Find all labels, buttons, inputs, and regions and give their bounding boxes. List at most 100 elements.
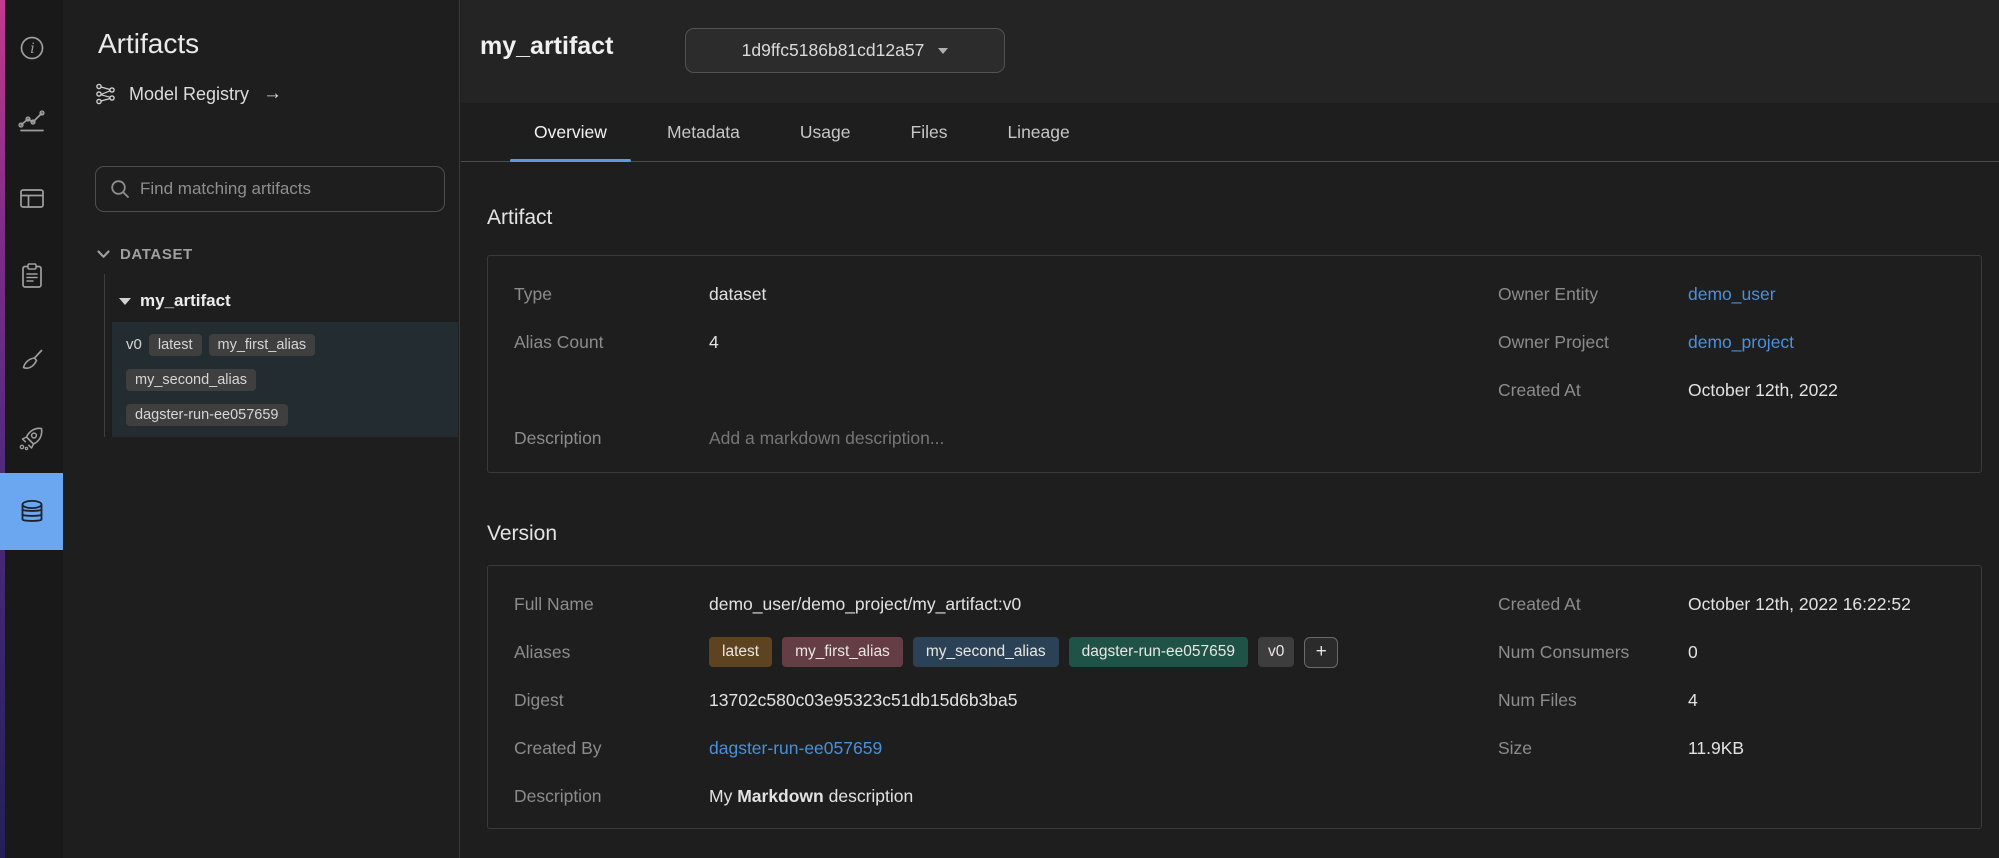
field-value: 4	[709, 332, 719, 353]
tab-metadata[interactable]: Metadata	[643, 103, 764, 161]
tab-overview[interactable]: Overview	[510, 103, 631, 161]
field-label: Created At	[1498, 380, 1688, 401]
owner-entity-link[interactable]: demo_user	[1688, 284, 1776, 305]
field-row-description: Description Add a markdown description..…	[514, 414, 1498, 462]
artifacts-database-icon	[16, 496, 48, 528]
field-label: Alias Count	[514, 332, 709, 353]
tab-bar: Overview Metadata Usage Files Lineage	[461, 103, 1999, 162]
field-value: October 12th, 2022 16:22:52	[1688, 594, 1911, 615]
tree-version-row: dagster-run-ee057659	[126, 397, 458, 432]
field-row-owner-project: Owner Project demo_project	[1498, 318, 1981, 366]
alias-badge: dagster-run-ee057659	[1069, 637, 1248, 667]
chevron-down-icon	[97, 250, 110, 259]
chevron-down-icon	[938, 48, 948, 54]
field-label: Size	[1498, 738, 1688, 759]
tree-alias-badge: latest	[149, 334, 202, 356]
artifact-header: my_artifact 1d9ffc5186b81cd12a57	[461, 0, 1999, 103]
artifact-panel: Type dataset Alias Count 4 Description A…	[487, 255, 1982, 473]
field-label: Full Name	[514, 594, 709, 615]
tree-alias-badge: my_first_alias	[209, 334, 316, 356]
tree-alias-badge: my_second_alias	[126, 369, 256, 391]
field-row-type: Type dataset	[514, 270, 1498, 318]
field-row-owner-entity: Owner Entity demo_user	[1498, 270, 1981, 318]
reports-icon	[17, 261, 47, 291]
rail-item-reports[interactable]	[0, 259, 63, 293]
description-placeholder[interactable]: Add a markdown description...	[709, 428, 944, 449]
model-registry-icon	[94, 82, 118, 106]
owner-project-link[interactable]: demo_project	[1688, 332, 1794, 353]
tree-artifact-my-artifact[interactable]: my_artifact	[119, 291, 231, 311]
version-hash: 1d9ffc5186b81cd12a57	[742, 40, 925, 61]
rail-item-charts[interactable]	[0, 105, 63, 139]
tab-files[interactable]: Files	[887, 103, 972, 161]
alias-badge: latest	[709, 637, 772, 667]
rail-item-sweeps[interactable]	[0, 343, 63, 377]
rail-item-artifacts-active[interactable]	[0, 473, 63, 550]
field-row-alias-count: Alias Count 4	[514, 318, 1498, 366]
field-label: Num Files	[1498, 690, 1688, 711]
rail-item-panels[interactable]	[0, 181, 63, 215]
tree-alias-badge: dagster-run-ee057659	[126, 404, 288, 426]
tree-version-row: my_second_alias	[126, 362, 458, 397]
rail-item-info[interactable]: i	[0, 31, 63, 65]
field-value: dataset	[709, 284, 766, 305]
field-value: 11.9KB	[1688, 738, 1744, 759]
version-selector-dropdown[interactable]: 1d9ffc5186b81cd12a57	[685, 28, 1005, 73]
model-registry-label: Model Registry	[129, 84, 249, 105]
field-value: demo_user/demo_project/my_artifact:v0	[709, 594, 1021, 615]
search-input[interactable]	[140, 179, 431, 199]
field-label: Created By	[514, 738, 709, 759]
tree-artifact-label: my_artifact	[140, 291, 231, 311]
field-label: Num Consumers	[1498, 642, 1688, 663]
triangle-down-icon	[119, 298, 131, 305]
artifact-search[interactable]	[95, 166, 445, 212]
sweeps-broom-icon	[17, 345, 47, 375]
field-row-digest: Digest 13702c580c03e95323c51db15d6b3ba5	[514, 676, 1498, 724]
version-description-value: My Markdown description	[709, 786, 913, 807]
field-row-created-by: Created By dagster-run-ee057659	[514, 724, 1498, 772]
tab-lineage[interactable]: Lineage	[983, 103, 1093, 161]
field-label: Type	[514, 284, 709, 305]
field-row-spacer	[514, 366, 1498, 414]
tree-group-dataset[interactable]: DATASET	[97, 246, 193, 263]
field-row-size: Size 11.9KB	[1498, 724, 1981, 772]
version-panel: Full Name demo_user/demo_project/my_arti…	[487, 565, 1982, 829]
field-label: Description	[514, 428, 709, 449]
search-icon	[109, 178, 131, 200]
panels-icon	[17, 183, 47, 213]
field-row-version-description: Description My Markdown description	[514, 772, 1498, 820]
charts-icon	[17, 107, 47, 137]
tree-group-label: DATASET	[120, 246, 193, 263]
field-label: Digest	[514, 690, 709, 711]
field-label: Created At	[1498, 594, 1688, 615]
info-icon: i	[17, 33, 47, 63]
model-registry-link[interactable]: Model Registry →	[94, 82, 282, 106]
tree-version-row: v0 latest my_first_alias	[126, 327, 458, 362]
alias-badge: my_first_alias	[782, 637, 903, 667]
artifacts-sidebar: Artifacts Model Registry → DATASET my_ar…	[63, 0, 460, 858]
svg-text:i: i	[30, 41, 34, 57]
page-title: my_artifact	[480, 32, 613, 61]
created-by-run-link[interactable]: dagster-run-ee057659	[709, 738, 882, 759]
tree-indent-guide	[104, 274, 105, 437]
add-alias-button[interactable]: +	[1304, 637, 1338, 668]
version-section-heading: Version	[487, 522, 557, 546]
field-value: 0	[1688, 642, 1698, 663]
field-row-full-name: Full Name demo_user/demo_project/my_arti…	[514, 580, 1498, 628]
launch-rocket-icon	[16, 422, 48, 454]
field-value: 4	[1688, 690, 1698, 711]
sidebar-title: Artifacts	[98, 28, 199, 60]
artifact-section-heading: Artifact	[487, 206, 552, 230]
field-row-num-consumers: Num Consumers 0	[1498, 628, 1981, 676]
field-label: Owner Project	[1498, 332, 1688, 353]
field-label: Owner Entity	[1498, 284, 1688, 305]
field-label: Description	[514, 786, 709, 807]
tree-version-entry-selected[interactable]: v0 latest my_first_alias my_second_alias…	[112, 322, 458, 437]
field-row-version-created-at: Created At October 12th, 2022 16:22:52	[1498, 580, 1981, 628]
arrow-right-icon: →	[263, 83, 282, 105]
rail-item-launch[interactable]	[0, 421, 63, 455]
alias-badge-list: latest my_first_alias my_second_alias da…	[709, 637, 1338, 668]
version-badge: v0	[1258, 637, 1294, 667]
tab-usage[interactable]: Usage	[776, 103, 875, 161]
field-row-aliases: Aliases latest my_first_alias my_second_…	[514, 628, 1498, 676]
